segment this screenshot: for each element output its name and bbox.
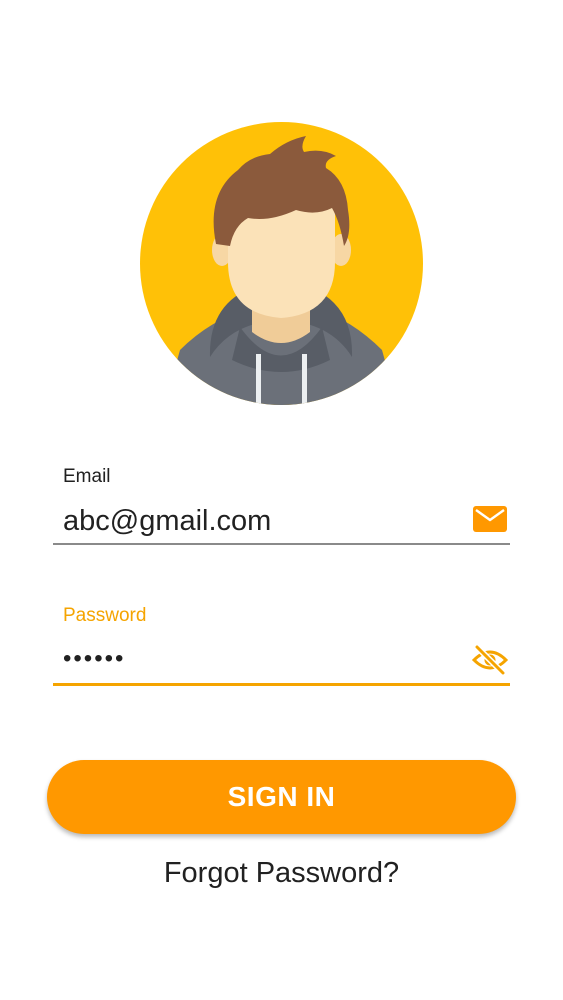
email-label: Email	[63, 466, 111, 487]
visibility-off-icon[interactable]	[472, 645, 508, 675]
password-label: Password	[63, 605, 147, 626]
password-field[interactable]: Password ••••••	[53, 602, 510, 690]
password-underline	[53, 683, 510, 686]
mail-icon	[472, 504, 508, 534]
password-input[interactable]: ••••••	[63, 642, 125, 676]
email-input[interactable]: abc@gmail.com	[63, 504, 271, 538]
avatar	[140, 122, 423, 405]
sign-in-button[interactable]: SIGN IN	[47, 760, 516, 834]
email-field[interactable]: Email abc@gmail.com	[53, 462, 510, 548]
user-avatar-icon	[140, 122, 423, 405]
email-underline	[53, 543, 510, 545]
forgot-password-link[interactable]: Forgot Password?	[0, 856, 563, 890]
